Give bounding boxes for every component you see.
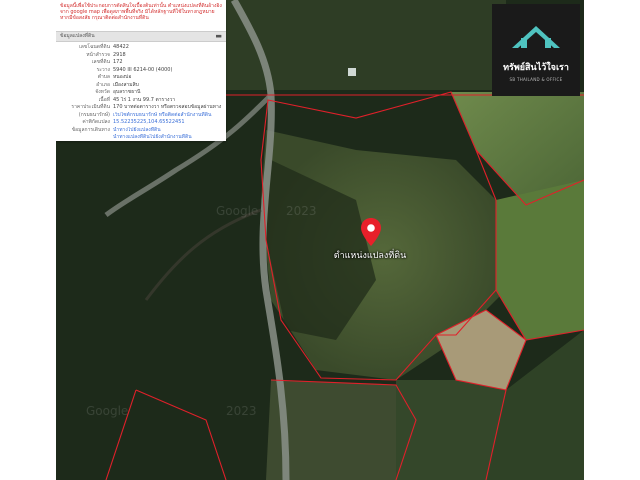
row-value: 170 บาทต่อตารางวา หรือตรวจสอบข้อมูลผ่านท… [113, 104, 222, 110]
brand-logo: ทรัพย์สินไว้ใจเรา SB THAILAND & OFFICE [492, 4, 580, 96]
row-value: หนองบ่อ [113, 74, 132, 80]
row-label: เลขที่ดิน [91, 59, 110, 65]
row-label: (กรมธนารักษ์) [78, 111, 110, 118]
map-watermark-year: 2023 [226, 404, 257, 418]
row-label: ค่าพิกัดแปลง [82, 119, 110, 125]
row-value: 5940 III 6214-00 (4000) [113, 66, 173, 73]
info-row-sheet: ระวาง 5940 III 6214-00 (4000) [56, 67, 226, 75]
row-value: 45 ไร่ 1 งาน 99.7 ตารางวา [113, 96, 176, 103]
panel-title: ข้อมูลแปลงที่ดิน [60, 33, 95, 39]
treasury-link[interactable]: เว็บไซต์กรมธนารักษ์ หรือติดต่อสำนักงานที… [113, 112, 226, 120]
info-row-office: นำทางแปลงที่ดินไปยังสำนักงานที่ดิน [56, 134, 226, 142]
row-label: หน้าสำรวจ [86, 51, 110, 58]
row-label: อำเภอ [96, 81, 110, 88]
row-value: เมืองสามสิบ [113, 81, 139, 88]
info-row-navigation: ข้อมูลการเดินทาง นำทางไปยังแปลงที่ดิน [56, 127, 226, 135]
row-value: 2918 [113, 51, 126, 58]
info-row-appraisal: ราคาประเมินที่ดิน 170 บาทต่อตารางวา หรือต… [56, 104, 226, 112]
navigate-link[interactable]: นำทางไปยังแปลงที่ดิน [113, 127, 226, 135]
info-row-area: เนื้อที่ 45 ไร่ 1 งาน 99.7 ตารางวา [56, 97, 226, 105]
row-label: ระวาง [96, 66, 110, 73]
info-row-province: จังหวัด อุบลราชธานี [56, 89, 226, 97]
info-rows: เลขโฉนดที่ดิน 48422 หน้าสำรวจ 2918 เลขที่ด… [56, 42, 226, 142]
row-label: ราคาประเมินที่ดิน [71, 104, 110, 110]
office-navigate-link[interactable]: นำทางแปลงที่ดินไปยังสำนักงานที่ดิน [113, 134, 226, 142]
coordinates-link[interactable]: 15.52235225,104.65522451 [113, 119, 226, 127]
info-row-district: อำเภอ เมืองสามสิบ [56, 82, 226, 90]
map-watermark: Google [86, 404, 128, 418]
row-value: 48422 [113, 44, 129, 50]
row-value: 172 [113, 59, 123, 65]
map-watermark: Google [216, 204, 258, 218]
map-viewport[interactable]: Google 2023 Google 2023 ตำแหน่งแปลงที่ดิ… [56, 0, 584, 480]
info-row-deed: เลขโฉนดที่ดิน 48422 [56, 44, 226, 52]
brand-subtitle: SB THAILAND & OFFICE [509, 77, 563, 82]
collapse-icon[interactable]: ▬ [215, 32, 222, 41]
info-row-land-no: เลขที่ดิน 172 [56, 59, 226, 67]
info-row-treasury: (กรมธนารักษ์) เว็บไซต์กรมธนารักษ์ หรือติด… [56, 112, 226, 120]
panel-header: ข้อมูลแปลงที่ดิน ▬ [56, 31, 226, 42]
row-label: ข้อมูลการเดินทาง [71, 126, 110, 133]
row-label [56, 134, 113, 142]
row-value: อุบลราชธานี [113, 89, 141, 95]
info-row-coordinates: ค่าพิกัดแปลง 15.52235225,104.65522451 [56, 119, 226, 127]
house-icon [512, 26, 560, 48]
marker-label: ตำแหน่งแปลงที่ดิน [333, 251, 407, 261]
row-label: จังหวัด [95, 89, 110, 95]
disclaimer-text: ข้อมูลนี้เพื่อใช้ประกอบการตัดสินใจเบื้อง… [60, 3, 222, 22]
map-watermark-year: 2023 [286, 204, 317, 218]
row-label: ตำบล [97, 74, 110, 80]
brand-name: ทรัพย์สินไว้ใจเรา [503, 63, 569, 73]
row-label: เลขโฉนดที่ดิน [79, 44, 110, 50]
info-row-survey: หน้าสำรวจ 2918 [56, 52, 226, 60]
parcel-info-panel: ข้อมูลนี้เพื่อใช้ประกอบการตัดสินใจเบื้อง… [56, 0, 226, 141]
info-row-subdistrict: ตำบล หนองบ่อ [56, 74, 226, 82]
building-roof [348, 68, 356, 76]
row-label: เนื้อที่ [98, 96, 110, 103]
